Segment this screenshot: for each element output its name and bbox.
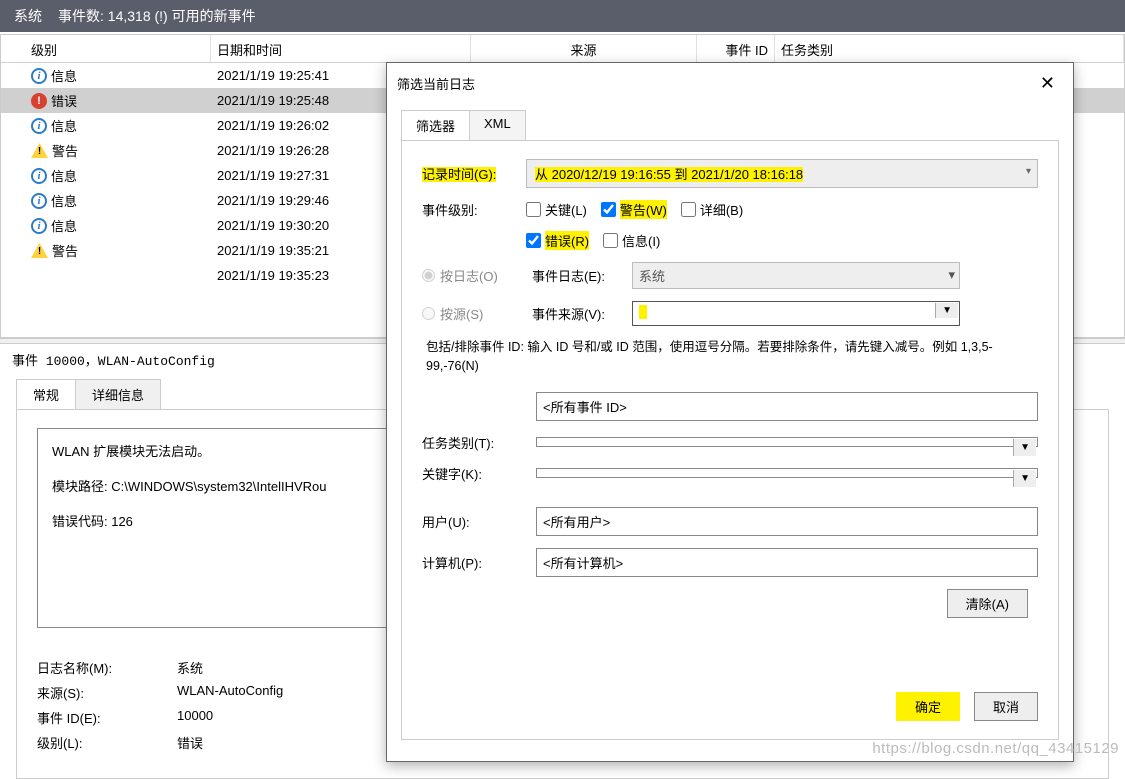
col-level[interactable]: 级别 <box>1 35 211 62</box>
chevron-down-icon: ▾ <box>1026 166 1031 177</box>
warn-icon: ! <box>31 243 48 258</box>
tab-general[interactable]: 常规 <box>16 379 76 409</box>
task-dropdown[interactable]: ▼ <box>536 437 1038 447</box>
chk-verbose[interactable]: 详细(B) <box>681 200 743 219</box>
tab-details[interactable]: 详细信息 <box>76 379 161 409</box>
cancel-button[interactable]: 取消 <box>974 692 1038 721</box>
dialog-title: 筛选当前日志 <box>397 74 475 93</box>
event-ids-input[interactable]: <所有事件 ID> <box>536 392 1038 421</box>
chevron-down-icon: ▾ <box>948 267 955 283</box>
event-source-label: 事件来源(V): <box>532 304 632 323</box>
meta-source-v: WLAN-AutoConfig <box>177 683 283 702</box>
tab-xml[interactable]: XML <box>470 110 526 141</box>
chk-critical[interactable]: 关键(L) <box>526 200 587 219</box>
title-text: 系统 <box>14 6 42 26</box>
chevron-down-icon: ▼ <box>1013 439 1036 456</box>
chk-error[interactable]: 错误(R) <box>526 231 589 250</box>
window-titlebar: 系统 事件数: 14,318 (!) 可用的新事件 <box>0 0 1125 32</box>
task-label: 任务类别(T): <box>422 433 532 452</box>
tab-filter[interactable]: 筛选器 <box>401 110 470 141</box>
level-text: 警告 <box>52 241 78 260</box>
warn-icon: ! <box>31 143 48 158</box>
info-icon: i <box>31 118 47 134</box>
chevron-down-icon: ▼ <box>1013 470 1036 487</box>
detail-body: WLAN 扩展模块无法启动。 模块路径: C:\WINDOWS\system32… <box>37 428 417 628</box>
meta-level-l: 级别(L): <box>37 733 177 752</box>
meta-level-v: 错误 <box>177 733 203 752</box>
keywords-dropdown[interactable]: ▼ <box>536 468 1038 478</box>
info-icon: i <box>31 218 47 234</box>
col-datetime[interactable]: 日期和时间 <box>211 35 471 62</box>
filter-dialog: 筛选当前日志 ✕ 筛选器 XML 记录时间(G): 从 2020/12/19 1… <box>386 62 1074 762</box>
event-log-dropdown: 系统▾ <box>632 262 960 289</box>
col-event-id[interactable]: 事件 ID <box>697 35 775 62</box>
level-text: 信息 <box>51 216 77 235</box>
close-icon[interactable]: ✕ <box>1032 71 1063 96</box>
chk-warning[interactable]: 警告(W) <box>601 200 667 219</box>
level-text: 错误 <box>51 91 77 110</box>
meta-logname-l: 日志名称(M): <box>37 658 177 677</box>
level-text: 信息 <box>51 66 77 85</box>
computer-input[interactable]: <所有计算机> <box>536 548 1038 577</box>
radio-by-source: 按源(S) <box>422 304 532 323</box>
chk-info[interactable]: 信息(I) <box>603 231 660 250</box>
level-label: 事件级别: <box>422 200 526 219</box>
computer-label: 计算机(P): <box>422 553 532 572</box>
col-category[interactable]: 任务类别 <box>775 35 1124 62</box>
level-text: 信息 <box>51 191 77 210</box>
ok-button[interactable]: 确定 <box>896 692 960 721</box>
radio-by-log: 按日志(O) <box>422 266 532 285</box>
detail-line1: WLAN 扩展模块无法启动。 <box>52 441 402 460</box>
events-count: 事件数: 14,318 (!) 可用的新事件 <box>58 6 256 26</box>
time-dropdown[interactable]: 从 2020/12/19 19:16:55 到 2021/1/20 18:16:… <box>526 159 1038 188</box>
info-icon: i <box>31 168 47 184</box>
info-icon: i <box>31 68 47 84</box>
event-source-dropdown[interactable]: ▼ <box>632 301 960 326</box>
user-label: 用户(U): <box>422 512 532 531</box>
detail-line3: 错误代码: 126 <box>52 511 402 530</box>
clear-button[interactable]: 清除(A) <box>947 589 1028 618</box>
detail-line2: 模块路径: C:\WINDOWS\system32\IntelIHVRou <box>52 476 402 495</box>
meta-eid-v: 10000 <box>177 708 213 727</box>
level-text: 警告 <box>52 141 78 160</box>
help-text: 包括/排除事件 ID: 输入 ID 号和/或 ID 范围，使用逗号分隔。若要排除… <box>422 338 1038 376</box>
info-icon: i <box>31 193 47 209</box>
grid-header: 级别 日期和时间 来源 事件 ID 任务类别 <box>1 35 1124 63</box>
col-source[interactable]: 来源 <box>471 35 697 62</box>
meta-eid-l: 事件 ID(E): <box>37 708 177 727</box>
level-text: 信息 <box>51 166 77 185</box>
time-value: 从 2020/12/19 19:16:55 到 2021/1/20 18:16:… <box>535 167 803 182</box>
event-log-label: 事件日志(E): <box>532 266 632 285</box>
chevron-down-icon: ▼ <box>935 303 958 318</box>
err-icon: ! <box>31 93 47 109</box>
keywords-label: 关键字(K): <box>422 464 532 483</box>
level-text: 信息 <box>51 116 77 135</box>
time-label: 记录时间(G): <box>422 164 526 183</box>
user-input[interactable]: <所有用户> <box>536 507 1038 536</box>
meta-logname-v: 系统 <box>177 658 203 677</box>
meta-source-l: 来源(S): <box>37 683 177 702</box>
